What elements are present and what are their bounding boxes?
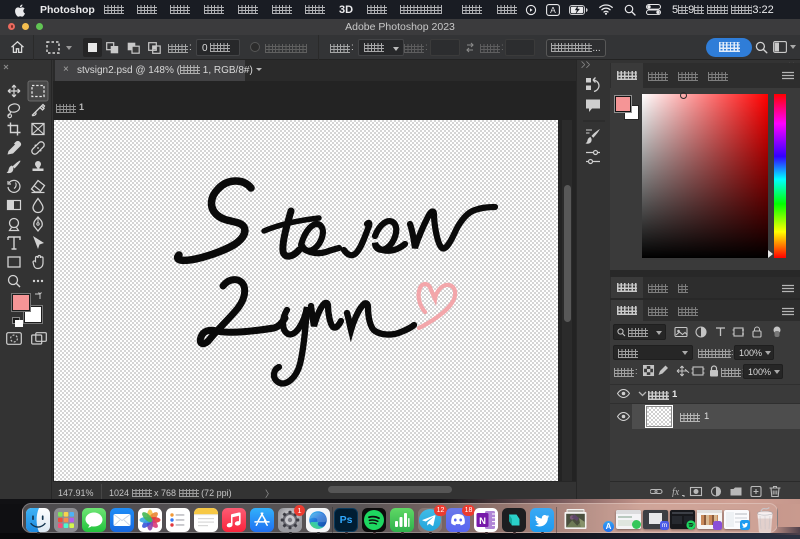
svg-text:A: A (550, 5, 556, 15)
svg-text:N: N (479, 516, 486, 527)
svg-text:fx: fx (672, 487, 680, 497)
